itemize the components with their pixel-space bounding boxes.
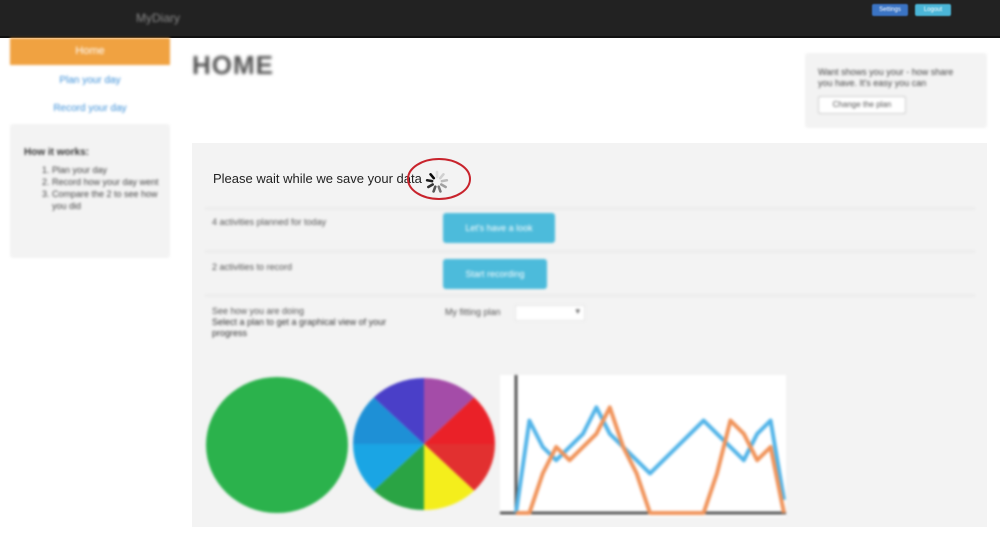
app-brand[interactable]: MyDiary xyxy=(136,11,180,25)
row-divider xyxy=(205,251,975,252)
how-it-works-title: How it works: xyxy=(24,147,90,158)
view-plan-button[interactable]: Let's have a look xyxy=(443,213,555,243)
info-text: Want shows you your - how share you have… xyxy=(818,67,954,88)
annotation-circle xyxy=(407,158,471,200)
plan-select-value: My fitting plan xyxy=(445,307,501,317)
plan-select-dropdown[interactable] xyxy=(515,305,585,321)
progress-label-line2: Select a plan to get a graphical view of… xyxy=(212,317,387,338)
sidebar-link-plan[interactable]: Plan your day xyxy=(10,75,170,86)
record-activities-label: 2 activities to record xyxy=(212,262,293,272)
list-item: Compare the 2 to see how you did xyxy=(52,188,164,212)
how-it-works-list: Plan your day Record how your day went C… xyxy=(24,164,164,212)
sidebar-item-home[interactable]: Home xyxy=(10,38,170,65)
row-divider xyxy=(205,208,975,209)
planned-activities-label: 4 activities planned for today xyxy=(212,217,327,227)
saving-status-message: Please wait while we save your data xyxy=(213,171,422,186)
row-divider xyxy=(205,295,975,296)
progress-label-line1: See how you are doing xyxy=(212,306,305,316)
pie-chart-multi xyxy=(353,378,495,510)
pie-slice xyxy=(206,377,348,513)
progress-label: See how you are doing Select a plan to g… xyxy=(212,306,422,339)
line-chart xyxy=(500,375,786,517)
top-navbar: MyDiary Settings Logout xyxy=(0,0,1000,38)
list-item: Record how your day went xyxy=(52,176,164,188)
how-it-works-panel: How it works: Plan your day Record how y… xyxy=(10,124,170,258)
pie-chart-single xyxy=(206,377,348,513)
logout-button[interactable]: Logout xyxy=(915,4,951,16)
change-plan-button[interactable]: Change the plan xyxy=(818,96,906,114)
line-series xyxy=(514,405,786,514)
settings-button[interactable]: Settings xyxy=(872,4,908,16)
info-panel: Want shows you your - how share you have… xyxy=(805,53,987,128)
sidebar-link-record[interactable]: Record your day xyxy=(10,103,170,114)
list-item: Plan your day xyxy=(52,164,164,176)
start-recording-button[interactable]: Start recording xyxy=(443,259,547,289)
page-title: HOME xyxy=(192,50,274,80)
